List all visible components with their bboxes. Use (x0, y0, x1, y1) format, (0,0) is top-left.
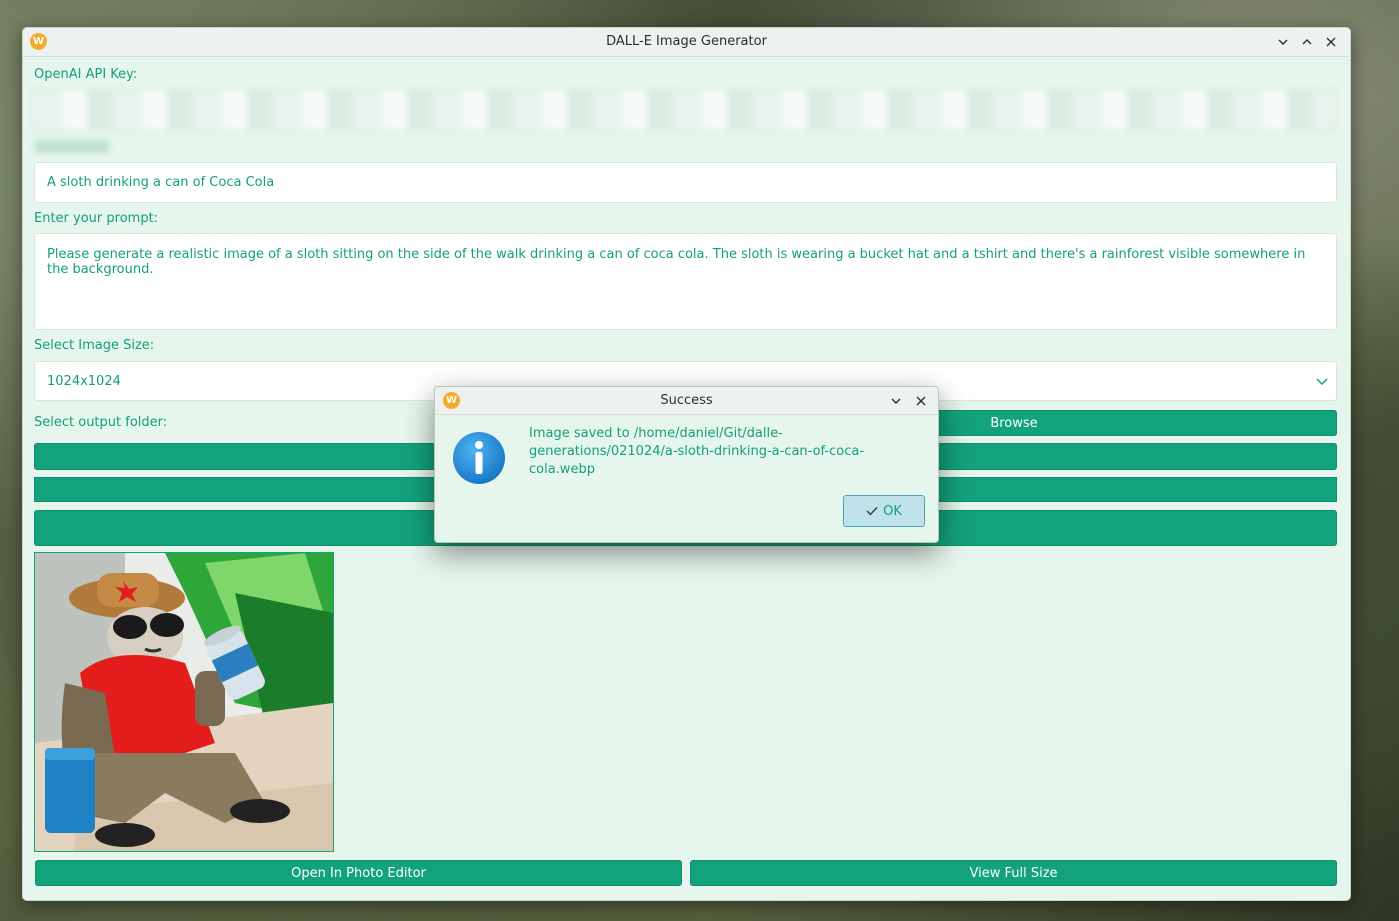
dialog-message: Image saved to /home/daniel/Git/dalle-ge… (529, 426, 865, 477)
size-label: Select Image Size: (34, 338, 155, 353)
dialog-title-bar[interactable]: W Success (435, 387, 938, 415)
image-title-label (35, 140, 109, 153)
success-dialog: W Success Image saved to /home/daniel/Gi… (434, 386, 939, 543)
api-key-input[interactable] (31, 89, 1337, 130)
image-title-input[interactable]: A sloth drinking a can of Coca Cola (34, 162, 1337, 203)
minimize-icon[interactable] (1274, 33, 1292, 51)
dialog-minimize-icon[interactable] (887, 392, 905, 410)
check-icon (866, 507, 878, 516)
close-icon[interactable] (1322, 33, 1340, 51)
open-photo-editor-button[interactable]: Open In Photo Editor (35, 860, 682, 886)
api-key-label: OpenAI API Key: (34, 67, 138, 82)
generated-image[interactable] (34, 552, 334, 852)
prompt-label: Enter your prompt: (34, 211, 159, 226)
prompt-value: Please generate a realistic image of a s… (47, 247, 1306, 277)
view-full-size-button[interactable]: View Full Size (690, 860, 1337, 886)
sloth-image (35, 553, 333, 851)
chevron-down-icon (1316, 378, 1328, 386)
size-value: 1024x1024 (47, 374, 121, 389)
window-title: DALL-E Image Generator (606, 34, 767, 49)
image-title-value: A sloth drinking a can of Coca Cola (47, 175, 275, 190)
info-icon (453, 432, 505, 484)
maximize-icon[interactable] (1298, 33, 1316, 51)
ok-button[interactable]: OK (843, 495, 925, 527)
title-bar[interactable]: W DALL-E Image Generator (23, 28, 1350, 57)
prompt-textarea[interactable]: Please generate a realistic image of a s… (34, 233, 1337, 330)
dialog-close-icon[interactable] (912, 392, 930, 410)
output-folder-label: Select output folder: (34, 415, 168, 430)
dialog-title: Success (660, 393, 713, 408)
ok-label: OK (883, 503, 902, 519)
